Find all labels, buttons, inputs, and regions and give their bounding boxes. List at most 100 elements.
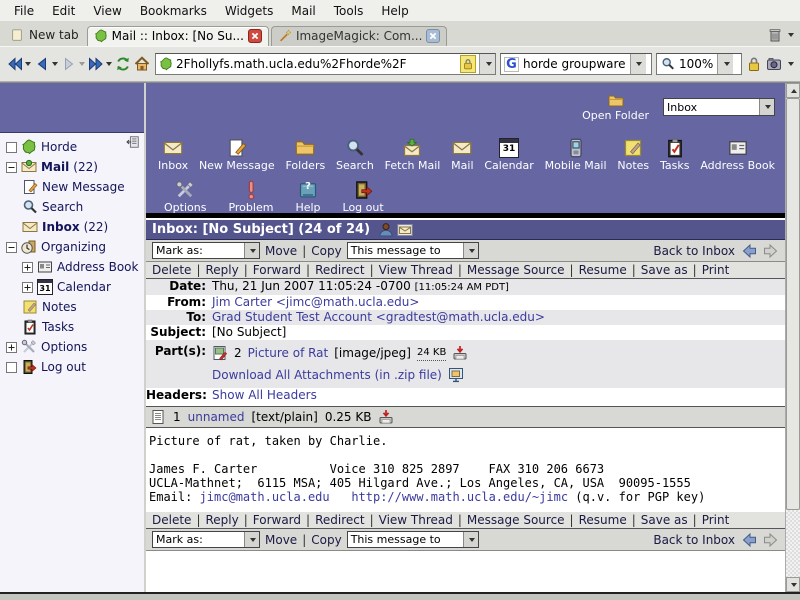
email-link[interactable]: jimc@math.ucla.edu bbox=[200, 490, 330, 504]
menu-address-book[interactable]: Address Book bbox=[700, 127, 775, 171]
toolbar-overflow-arrow[interactable] bbox=[788, 62, 794, 66]
reply-link[interactable]: Reply bbox=[205, 263, 238, 277]
download-text-part-icon[interactable] bbox=[378, 409, 394, 425]
redirect-link[interactable]: Redirect bbox=[315, 513, 365, 527]
sidebar-item-organizing[interactable]: Organizing bbox=[6, 237, 142, 257]
reload-button[interactable] bbox=[114, 54, 132, 74]
zoom-level[interactable]: 100% bbox=[679, 57, 713, 71]
to-address-link[interactable]: Grad Student Test Account <gradtest@math… bbox=[212, 310, 545, 325]
mark-as-select[interactable]: Mark as: bbox=[152, 242, 260, 259]
tab-imagemagick[interactable]: ImageMagick: Com... bbox=[271, 26, 448, 46]
menu-new-message[interactable]: New Message bbox=[199, 127, 275, 171]
forward-button[interactable] bbox=[60, 54, 86, 74]
sidebar-item-horde[interactable]: Horde bbox=[6, 137, 142, 157]
menu-tools[interactable]: Tools bbox=[326, 2, 372, 20]
message-source-link[interactable]: Message Source bbox=[467, 513, 565, 527]
tree-plus-icon[interactable] bbox=[22, 282, 33, 293]
url-text[interactable]: 2Fhollyfs.math.ucla.edu%2Fhorde%2F bbox=[176, 57, 407, 71]
scroll-up-icon[interactable] bbox=[786, 83, 800, 98]
redirect-link[interactable]: Redirect bbox=[315, 263, 365, 277]
message-to-select[interactable]: This message to bbox=[347, 242, 479, 259]
sidebar-item-mail[interactable]: Mail (22) bbox=[6, 157, 142, 177]
close-tab-icon[interactable] bbox=[248, 29, 262, 43]
sidebar-item-calendar[interactable]: 31 Calendar bbox=[6, 277, 142, 297]
menu-calendar[interactable]: 31Calendar bbox=[484, 127, 533, 171]
image-attachment-icon[interactable] bbox=[212, 345, 228, 361]
message-to-select[interactable]: This message to bbox=[347, 531, 479, 548]
sidebar-item-inbox[interactable]: Inbox (22) bbox=[6, 217, 142, 237]
save-as-link[interactable]: Save as bbox=[641, 513, 688, 527]
delete-link[interactable]: Delete bbox=[152, 263, 191, 277]
url-bar[interactable]: 2Fhollyfs.math.ucla.edu%2Fhorde%2F bbox=[155, 53, 496, 75]
trash-icon[interactable] bbox=[767, 27, 783, 43]
search-dropdown-button[interactable] bbox=[630, 54, 646, 74]
menu-help[interactable]: Help bbox=[373, 2, 416, 20]
menu-help[interactable]: ?Help bbox=[295, 171, 320, 213]
search-text[interactable]: horde groupware bbox=[523, 57, 626, 71]
resume-link[interactable]: Resume bbox=[579, 263, 627, 277]
download-all-link[interactable]: Download All Attachments (in .zip file) bbox=[212, 368, 442, 383]
text-part-name-link[interactable]: unnamed bbox=[188, 410, 245, 424]
search-box[interactable]: G horde groupware bbox=[500, 53, 652, 75]
menu-mobile-mail[interactable]: Mobile Mail bbox=[545, 127, 607, 171]
attachment-name-link[interactable]: Picture of Rat bbox=[248, 346, 329, 361]
next-message-icon[interactable] bbox=[763, 243, 779, 259]
menu-edit[interactable]: Edit bbox=[44, 2, 83, 20]
menu-inbox[interactable]: Inbox bbox=[158, 127, 188, 171]
sidebar-item-notes[interactable]: Notes bbox=[6, 297, 142, 317]
copy-link[interactable]: Copy bbox=[311, 244, 341, 258]
menu-folders[interactable]: Folders bbox=[285, 127, 325, 171]
trash-dropdown-arrow[interactable] bbox=[788, 33, 794, 37]
menu-options[interactable]: Options bbox=[164, 171, 206, 213]
tab-mail-inbox[interactable]: Mail :: Inbox: [No Su... bbox=[87, 26, 269, 46]
next-message-icon[interactable] bbox=[763, 532, 779, 548]
print-link[interactable]: Print bbox=[702, 513, 730, 527]
menu-notes[interactable]: Notes bbox=[617, 127, 649, 171]
menu-log-out[interactable]: Log out bbox=[343, 171, 384, 213]
message-source-link[interactable]: Message Source bbox=[467, 263, 565, 277]
copy-link[interactable]: Copy bbox=[311, 533, 341, 547]
menu-bookmarks[interactable]: Bookmarks bbox=[132, 2, 215, 20]
reply-link[interactable]: Reply bbox=[205, 513, 238, 527]
snapshot-camera-icon[interactable] bbox=[766, 56, 782, 72]
forward-link[interactable]: Forward bbox=[253, 513, 301, 527]
zoom-dropdown-button[interactable] bbox=[717, 54, 733, 74]
vertical-scrollbar[interactable] bbox=[785, 83, 800, 592]
mark-as-select[interactable]: Mark as: bbox=[152, 531, 260, 548]
scrollbar-thumb[interactable] bbox=[786, 98, 800, 510]
view-thread-link[interactable]: View Thread bbox=[379, 513, 453, 527]
sidebar-item-search[interactable]: Search bbox=[6, 197, 142, 217]
scrollbar-track[interactable] bbox=[786, 98, 800, 577]
sidebar-item-new-message[interactable]: New Message bbox=[6, 177, 142, 197]
security-lock-icon[interactable] bbox=[746, 56, 762, 72]
previous-message-icon[interactable] bbox=[741, 532, 757, 548]
url-dropdown-button[interactable] bbox=[479, 54, 495, 74]
show-all-headers-link[interactable]: Show All Headers bbox=[212, 388, 317, 403]
sidebar-collapse-icon[interactable] bbox=[126, 135, 140, 149]
back-history-button[interactable] bbox=[6, 54, 32, 74]
new-tab-button[interactable]: New tab bbox=[4, 25, 87, 46]
folder-select[interactable]: Inbox bbox=[663, 98, 775, 116]
tree-box-icon[interactable] bbox=[6, 362, 17, 373]
zoom-control[interactable]: 100% bbox=[656, 53, 742, 75]
menu-mail[interactable]: Mail bbox=[283, 2, 323, 20]
close-tab-icon[interactable] bbox=[426, 29, 440, 43]
tree-minus-icon[interactable] bbox=[6, 162, 17, 173]
sidebar-item-address-book[interactable]: Address Book bbox=[6, 257, 142, 277]
text-attachment-icon[interactable] bbox=[150, 409, 166, 425]
back-to-inbox-link[interactable]: Back to Inbox bbox=[653, 244, 735, 258]
menu-tasks[interactable]: Tasks bbox=[660, 127, 689, 171]
move-link[interactable]: Move bbox=[265, 244, 297, 258]
tree-minus-icon[interactable] bbox=[6, 242, 17, 253]
tree-plus-icon[interactable] bbox=[6, 342, 17, 353]
back-to-inbox-link[interactable]: Back to Inbox bbox=[653, 533, 735, 547]
sidebar-item-options[interactable]: Options bbox=[6, 337, 142, 357]
menu-view[interactable]: View bbox=[85, 2, 129, 20]
previous-message-icon[interactable] bbox=[741, 243, 757, 259]
view-thread-link[interactable]: View Thread bbox=[379, 263, 453, 277]
sidebar-item-tasks[interactable]: Tasks bbox=[6, 317, 142, 337]
menu-problem[interactable]: Problem bbox=[228, 171, 273, 213]
menu-file[interactable]: File bbox=[6, 2, 42, 20]
back-button[interactable] bbox=[33, 54, 59, 74]
forward-link[interactable]: Forward bbox=[253, 263, 301, 277]
